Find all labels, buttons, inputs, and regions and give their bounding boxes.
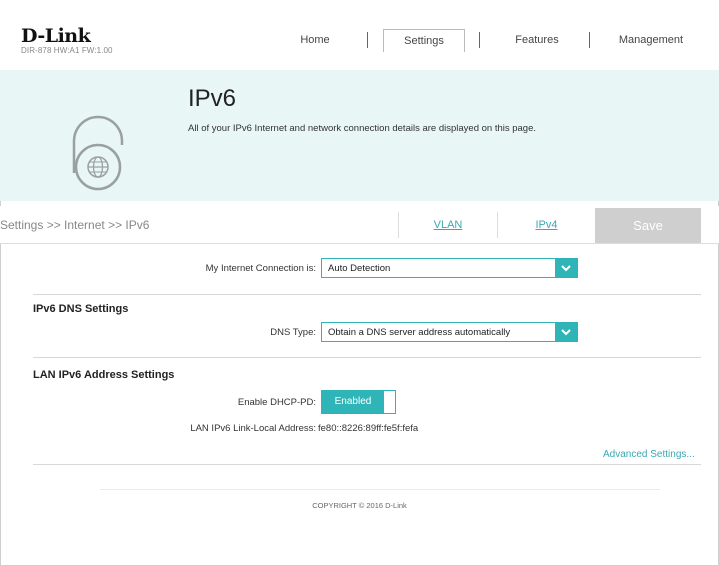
dns-type-value: Obtain a DNS server address automaticall…	[328, 327, 511, 338]
divider	[33, 294, 701, 295]
divider	[33, 357, 701, 358]
dlink-logo[interactable]: D-Link	[21, 25, 91, 47]
firmware-info: DIR-878 HW:A1 FW:1.00	[21, 46, 113, 55]
connection-select[interactable]: Auto Detection	[321, 258, 578, 278]
page-title: IPv6	[188, 85, 237, 112]
copyright: COPYRIGHT © 2016 D-Link	[312, 501, 407, 510]
chevron-down-icon[interactable]	[555, 323, 577, 341]
nav-management[interactable]: Management	[605, 29, 697, 51]
chevron-down-icon[interactable]	[555, 259, 577, 277]
nav-home[interactable]: Home	[280, 29, 350, 51]
save-button[interactable]: Save	[595, 208, 701, 243]
nav-separator	[367, 32, 368, 48]
dns-type-select[interactable]: Obtain a DNS server address automaticall…	[321, 322, 578, 342]
ipv6-lock-icon	[72, 115, 124, 191]
footer-divider	[100, 489, 660, 490]
dns-type-label: DNS Type:	[270, 327, 316, 338]
nav-settings[interactable]: Settings	[383, 29, 465, 52]
nav-separator	[479, 32, 480, 48]
toggle-enabled-label: Enabled	[322, 391, 384, 413]
link-local-label: LAN IPv6 Link-Local Address:	[190, 423, 316, 434]
nav-separator	[589, 32, 590, 48]
page-description: All of your IPv6 Internet and network co…	[188, 123, 537, 134]
connection-label: My Internet Connection is:	[205, 263, 316, 274]
lan-section-title: LAN IPv6 Address Settings	[33, 369, 175, 381]
nav-features[interactable]: Features	[497, 29, 577, 51]
ipv4-link[interactable]: IPv4	[498, 208, 595, 242]
top-header: D-Link DIR-878 HW:A1 FW:1.00 Home Settin…	[0, 0, 719, 70]
dns-section-title: IPv6 DNS Settings	[33, 303, 129, 315]
divider	[33, 464, 701, 465]
dhcp-pd-toggle[interactable]: Enabled	[321, 390, 396, 414]
link-local-value: fe80::8226:89ff:fe5f:fefa	[318, 423, 419, 434]
connection-value: Auto Detection	[328, 263, 391, 274]
dhcp-pd-label: Enable DHCP-PD:	[237, 397, 316, 408]
breadcrumb: Settings >> Internet >> IPv6	[0, 218, 150, 232]
advanced-settings-link[interactable]: Advanced Settings...	[603, 449, 695, 460]
vlan-link[interactable]: VLAN	[399, 208, 497, 242]
